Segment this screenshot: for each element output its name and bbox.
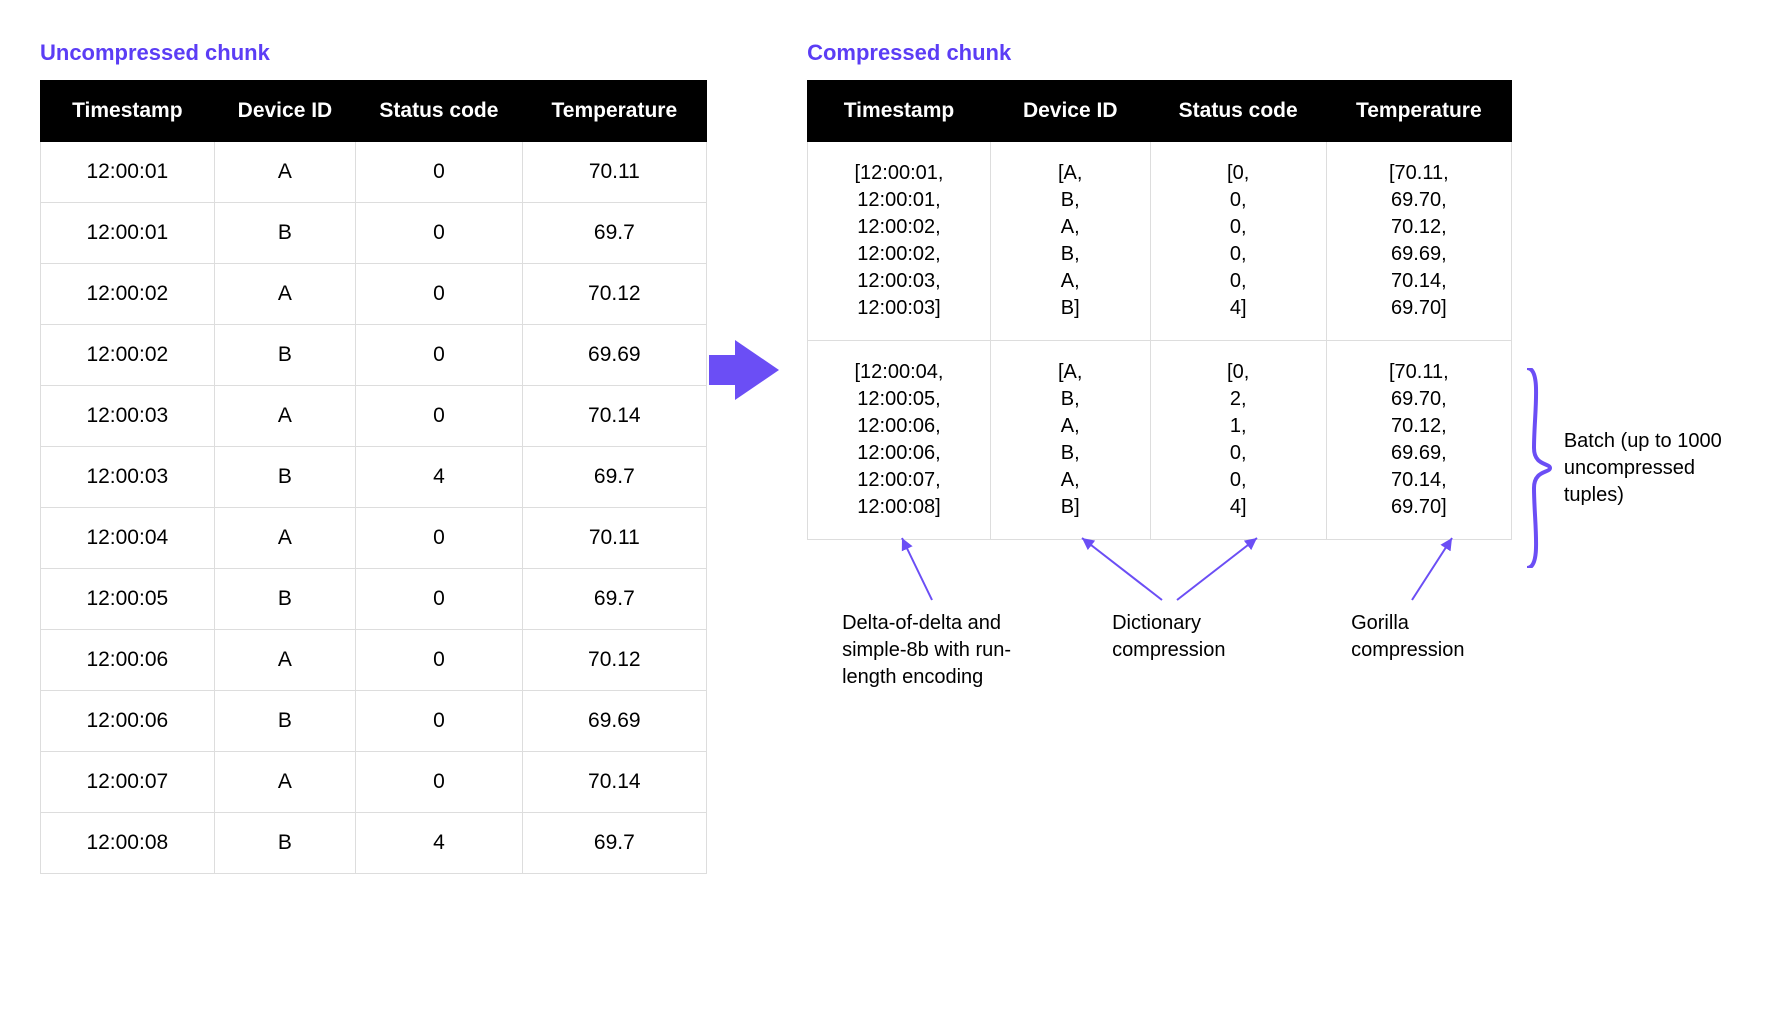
compressed-cell-timestamp: [12:00:04, 12:00:05, 12:00:06, 12:00:06,… bbox=[808, 341, 991, 540]
table-cell: 12:00:02 bbox=[41, 264, 215, 325]
compressed-cell-status_code: [0, 0, 0, 0, 0, 4] bbox=[1150, 142, 1326, 341]
table-cell: 70.12 bbox=[522, 630, 706, 691]
col-header-temperature: Temperature bbox=[522, 81, 706, 142]
table-row: 12:00:08B469.7 bbox=[41, 813, 707, 874]
table-cell: 12:00:03 bbox=[41, 386, 215, 447]
compressed-panel: Compressed chunk Timestamp Device ID Sta… bbox=[807, 40, 1752, 691]
table-cell: 0 bbox=[356, 264, 522, 325]
table-cell: 12:00:05 bbox=[41, 569, 215, 630]
batch-label: Batch (up to 1000 uncompressed tuples) bbox=[1564, 428, 1752, 509]
compressed-table-row: [12:00:01, 12:00:01, 12:00:02, 12:00:02,… bbox=[808, 142, 1512, 341]
table-row: 12:00:02A070.12 bbox=[41, 264, 707, 325]
compressed-cell-temperature: [70.11, 69.70, 70.12, 69.69, 70.14, 69.7… bbox=[1326, 142, 1511, 341]
table-row: 12:00:06B069.69 bbox=[41, 691, 707, 752]
col-header-timestamp: Timestamp bbox=[41, 81, 215, 142]
col-header-temperature: Temperature bbox=[1326, 81, 1511, 142]
compressed-cell-timestamp: [12:00:01, 12:00:01, 12:00:02, 12:00:02,… bbox=[808, 142, 991, 341]
caption-row: Delta-of-delta and simple-8b with run-le… bbox=[807, 610, 1512, 691]
compressed-table: Timestamp Device ID Status code Temperat… bbox=[807, 80, 1512, 540]
table-cell: 4 bbox=[356, 813, 522, 874]
uncompressed-title: Uncompressed chunk bbox=[40, 40, 707, 66]
table-cell: 12:00:06 bbox=[41, 691, 215, 752]
table-cell: 0 bbox=[356, 691, 522, 752]
table-cell: A bbox=[214, 264, 356, 325]
table-cell: 12:00:01 bbox=[41, 203, 215, 264]
table-cell: 70.12 bbox=[522, 264, 706, 325]
curly-brace-icon bbox=[1522, 368, 1552, 568]
table-cell: 4 bbox=[356, 447, 522, 508]
table-row: 12:00:05B069.7 bbox=[41, 569, 707, 630]
uncompressed-table: Timestamp Device ID Status code Temperat… bbox=[40, 80, 707, 874]
compressed-cell-temperature: [70.11, 69.70, 70.12, 69.69, 70.14, 69.7… bbox=[1326, 341, 1511, 540]
col-header-device-id: Device ID bbox=[990, 81, 1150, 142]
table-row: 12:00:04A070.11 bbox=[41, 508, 707, 569]
table-cell: 0 bbox=[356, 203, 522, 264]
table-cell: A bbox=[214, 508, 356, 569]
table-cell: 69.7 bbox=[522, 813, 706, 874]
col-header-timestamp: Timestamp bbox=[808, 81, 991, 142]
table-row: 12:00:03A070.14 bbox=[41, 386, 707, 447]
table-cell: B bbox=[214, 325, 356, 386]
table-cell: 69.7 bbox=[522, 569, 706, 630]
table-cell: A bbox=[214, 630, 356, 691]
table-cell: B bbox=[214, 813, 356, 874]
table-row: 12:00:02B069.69 bbox=[41, 325, 707, 386]
table-cell: 69.7 bbox=[522, 447, 706, 508]
caption-gorilla: Gorilla compression bbox=[1351, 610, 1512, 691]
table-cell: 12:00:04 bbox=[41, 508, 215, 569]
table-cell: A bbox=[214, 142, 356, 203]
table-cell: B bbox=[214, 203, 356, 264]
table-cell: 0 bbox=[356, 630, 522, 691]
table-cell: B bbox=[214, 569, 356, 630]
table-cell: A bbox=[214, 752, 356, 813]
table-cell: 0 bbox=[356, 508, 522, 569]
caption-dictionary: Dictionary compression bbox=[1112, 610, 1301, 691]
table-cell: 70.14 bbox=[522, 752, 706, 813]
compressed-cell-device_id: [A, B, A, B, A, B] bbox=[990, 142, 1150, 341]
table-cell: A bbox=[214, 386, 356, 447]
table-row: 12:00:01B069.7 bbox=[41, 203, 707, 264]
table-cell: 69.69 bbox=[522, 691, 706, 752]
table-cell: 0 bbox=[356, 569, 522, 630]
table-row: 12:00:06A070.12 bbox=[41, 630, 707, 691]
caption-delta-of-delta: Delta-of-delta and simple-8b with run-le… bbox=[842, 610, 1062, 691]
transition-arrow-icon bbox=[735, 40, 779, 400]
col-header-status-code: Status code bbox=[356, 81, 522, 142]
table-cell: 70.11 bbox=[522, 508, 706, 569]
uncompressed-panel: Uncompressed chunk Timestamp Device ID S… bbox=[40, 40, 707, 874]
table-cell: 12:00:03 bbox=[41, 447, 215, 508]
table-cell: 69.7 bbox=[522, 203, 706, 264]
table-cell: 70.14 bbox=[522, 386, 706, 447]
table-cell: B bbox=[214, 691, 356, 752]
table-cell: 0 bbox=[356, 386, 522, 447]
table-row: 12:00:03B469.7 bbox=[41, 447, 707, 508]
table-cell: 0 bbox=[356, 325, 522, 386]
table-cell: 12:00:01 bbox=[41, 142, 215, 203]
compressed-title: Compressed chunk bbox=[807, 40, 1512, 66]
table-cell: 12:00:02 bbox=[41, 325, 215, 386]
table-cell: 12:00:07 bbox=[41, 752, 215, 813]
table-cell: 12:00:06 bbox=[41, 630, 215, 691]
diagram-root: Uncompressed chunk Timestamp Device ID S… bbox=[40, 40, 1752, 874]
table-cell: 69.69 bbox=[522, 325, 706, 386]
table-cell: 0 bbox=[356, 752, 522, 813]
table-cell: 0 bbox=[356, 142, 522, 203]
table-cell: 12:00:08 bbox=[41, 813, 215, 874]
compressed-cell-device_id: [A, B, A, B, A, B] bbox=[990, 341, 1150, 540]
table-cell: B bbox=[214, 447, 356, 508]
col-header-device-id: Device ID bbox=[214, 81, 356, 142]
col-header-status-code: Status code bbox=[1150, 81, 1326, 142]
table-cell: 70.11 bbox=[522, 142, 706, 203]
table-row: 12:00:01A070.11 bbox=[41, 142, 707, 203]
batch-brace: Batch (up to 1000 uncompressed tuples) bbox=[1522, 368, 1752, 568]
compressed-cell-status_code: [0, 2, 1, 0, 0, 4] bbox=[1150, 341, 1326, 540]
table-row: 12:00:07A070.14 bbox=[41, 752, 707, 813]
compressed-table-row: [12:00:04, 12:00:05, 12:00:06, 12:00:06,… bbox=[808, 341, 1512, 540]
